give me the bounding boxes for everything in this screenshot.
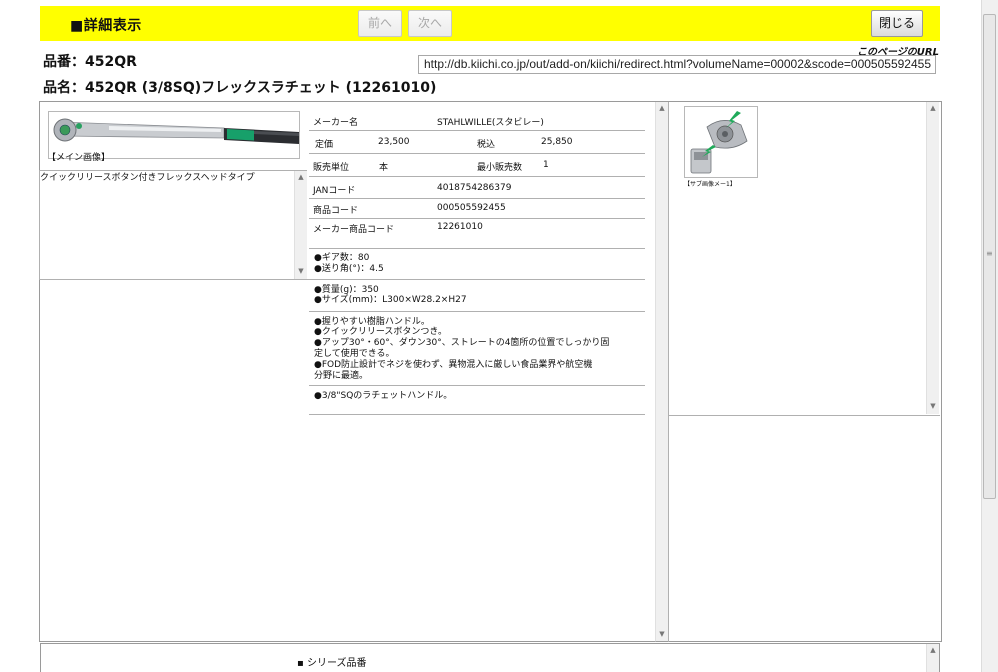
scroll-down-icon[interactable]: ▼ [656,630,668,638]
next-button[interactable]: 次へ [408,10,452,37]
sub-image-scrollbar[interactable]: ▲ ▼ [926,102,939,414]
series-scrollbar[interactable]: ▲ [926,644,939,672]
feature-drive: ●3/8"SQのラチェットハンドル。 [314,391,453,401]
table-row: メーカー商品コード 12261010 [309,219,645,249]
scroll-down-icon[interactable]: ▼ [927,402,939,410]
toolbar: ■詳細表示 [40,6,940,41]
table-row: JANコード 4018754286379 [309,177,645,199]
ratchet-head-image [685,107,757,177]
page-title: ■詳細表示 [70,18,142,34]
table-row: メーカー名 STAHLWILLE(スタビレー) [309,111,645,131]
feature-4b: 分野に最適。 [314,371,369,381]
part-number: 品番：452QR [43,54,137,70]
scroll-up-icon[interactable]: ▲ [927,104,939,112]
description-scrollbar[interactable]: ▲ ▼ [294,171,307,279]
scroll-up-icon[interactable]: ▲ [927,646,939,654]
scroll-down-icon[interactable]: ▼ [295,267,307,275]
table-row: 商品コード 000505592455 [309,199,645,219]
feature-2: ●クイックリリースボタンつき。 [314,327,447,337]
sub-image-caption: 【サブ画像メー1】 [684,181,736,188]
series-panel [40,643,940,672]
prev-button[interactable]: 前へ [358,10,402,37]
product-name: 品名：452QR (3/8SQ)フレックスラチェット (12261010) [43,80,437,96]
scroll-up-icon[interactable]: ▲ [295,173,307,181]
page-url-field[interactable]: http://db.kiichi.co.jp/out/add-on/kiichi… [418,55,936,74]
spec-size: ●サイズ(mm)：L300×W28.2×H27 [314,295,467,305]
series-label: ▪ シリーズ品番 [297,658,367,669]
description-text: クイックリリースボタン付きフレックスヘッドタイプ [40,173,255,183]
feature-3a: ●アップ30°・60°、ダウン30°、ストレートの4箇所の位置でしっかり固 [314,338,610,348]
description-box [39,170,307,280]
table-row: 販売単位 本 最小販売数 1 [309,154,645,177]
center-scrollbar[interactable]: ▲ ▼ [655,102,668,641]
feature-4a: ●FOD防止設計でネジを使わず、異物混入に厳しい食品業界や航空機 [314,360,593,370]
spec-angle: ●送り角(°)：4.5 [314,264,384,274]
table-row: 定価 23,500 税込 25,850 [309,131,645,154]
feature-3b: 定して使用できる。 [314,349,395,359]
main-image-caption: 【メイン画像】 [47,153,111,163]
close-button[interactable]: 閉じる [871,10,923,37]
spec-weight: ●質量(g)：350 [314,285,379,295]
sub-image[interactable] [684,106,758,178]
feature-1: ●握りやすい樹脂ハンドル。 [314,317,430,327]
spec-gear: ●ギア数：80 [314,253,370,263]
scroll-up-icon[interactable]: ▲ [656,104,668,112]
scroll-grip-icon: ≡ [986,249,993,258]
